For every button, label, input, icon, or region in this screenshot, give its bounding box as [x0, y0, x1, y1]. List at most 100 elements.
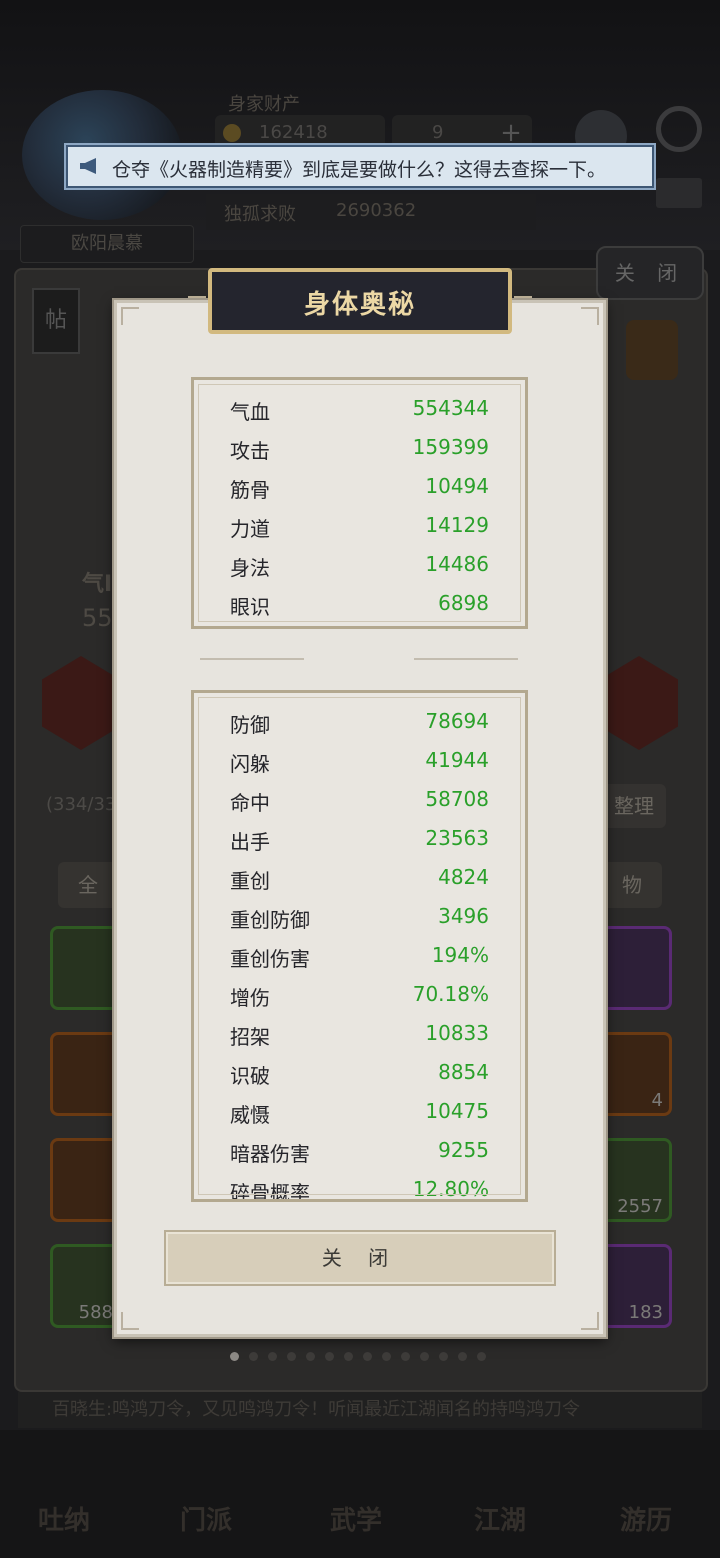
stat-value: 10475 [425, 1099, 489, 1123]
nav-travel[interactable]: 游历 [620, 1500, 672, 1537]
stat-label: 力道 [230, 517, 270, 541]
stat-row: 重创伤害 194% [230, 943, 489, 971]
stat-label: 重创 [230, 869, 270, 893]
page-dot[interactable] [306, 1352, 315, 1361]
nav-sect[interactable]: 门派 [180, 1500, 232, 1537]
corner-decoration [121, 307, 139, 325]
inventory-slot[interactable] [50, 1032, 122, 1116]
stat-row: 暗器伤害 9255 [230, 1138, 489, 1166]
stat-label: 暗器伤害 [230, 1142, 310, 1166]
page-dot[interactable] [287, 1352, 296, 1361]
filter-all-tab[interactable]: 全 [58, 862, 118, 908]
megaphone-icon [80, 158, 96, 174]
stat-label: 攻击 [230, 439, 270, 463]
rank-row: 独孤求败 2690362 [206, 194, 536, 230]
divider-right [414, 658, 518, 660]
corner-decoration [581, 307, 599, 325]
stat-label: 碎骨概率 [230, 1181, 310, 1202]
stat-value: 23563 [425, 826, 489, 850]
hp-label-partial: 气I [82, 572, 113, 597]
inventory-slot[interactable]: 183 [600, 1244, 672, 1328]
stat-label: 威慑 [230, 1103, 270, 1127]
stat-row: 攻击 159399 [230, 435, 489, 463]
page-dot[interactable] [363, 1352, 372, 1361]
wealth-label: 身家财产 [228, 94, 300, 115]
page-dot[interactable] [439, 1352, 448, 1361]
stat-label: 命中 [230, 791, 270, 815]
hp-value-partial: 55 [82, 604, 113, 632]
page-dot[interactable] [401, 1352, 410, 1361]
gem-value: 9 [432, 122, 444, 143]
page-dot[interactable] [325, 1352, 334, 1361]
close-button[interactable]: 关 闭 [164, 1230, 556, 1286]
stat-value: 58708 [425, 787, 489, 811]
inventory-slot[interactable]: 2557 [600, 1138, 672, 1222]
stat-label: 气血 [230, 400, 270, 424]
stat-row: 招架 10833 [230, 1021, 489, 1049]
stat-value: 10833 [425, 1021, 489, 1045]
page-dot[interactable] [344, 1352, 353, 1361]
rank-value: 2690362 [336, 200, 417, 221]
bottom-nav [0, 1430, 720, 1558]
ornament-icon[interactable] [626, 320, 678, 380]
stat-label: 眼识 [230, 595, 270, 619]
stat-value: 10494 [425, 474, 489, 498]
secondary-stats-box[interactable]: 防御 78694 闪躲 41944 命中 58708 出手 23563 重创 4… [191, 690, 528, 1202]
stat-value: 4824 [438, 865, 489, 889]
page-dot[interactable] [382, 1352, 391, 1361]
corner-decoration [581, 1312, 599, 1330]
stat-row: 识破 8854 [230, 1060, 489, 1088]
nav-jianghu[interactable]: 江湖 [474, 1500, 526, 1537]
gear-icon[interactable] [656, 106, 702, 152]
coin-icon [223, 124, 241, 142]
stat-value: 70.18% [412, 982, 489, 1006]
inventory-slot[interactable] [600, 926, 672, 1010]
stat-label: 防御 [230, 713, 270, 737]
slot-count: 588 [78, 1302, 113, 1323]
stat-value: 6898 [438, 591, 489, 615]
stat-value: 41944 [425, 748, 489, 772]
stat-label: 招架 [230, 1025, 270, 1049]
stat-row: 眼识 6898 [230, 591, 489, 619]
page-dot[interactable] [420, 1352, 429, 1361]
stat-row: 身法 14486 [230, 552, 489, 580]
stat-value: 78694 [425, 709, 489, 733]
divider-left [200, 658, 304, 660]
page-dot[interactable] [458, 1352, 467, 1361]
announcement-text: 仓夺《火器制造精要》到底是要做什么？这得去查探一下。 [112, 159, 607, 181]
nav-tuna[interactable]: 吐纳 [38, 1500, 90, 1537]
stat-row: 筋骨 10494 [230, 474, 489, 502]
stat-label: 筋骨 [230, 478, 270, 502]
inventory-slot[interactable]: 4 [600, 1032, 672, 1116]
modal-title-bar: 身体奥秘 [208, 268, 512, 334]
inventory-slot[interactable] [50, 1138, 122, 1222]
stat-value: 9255 [438, 1138, 489, 1162]
stat-row: 重创 4824 [230, 865, 489, 893]
mail-icon[interactable] [656, 178, 702, 208]
inventory-slot[interactable] [50, 926, 122, 1010]
post-button[interactable]: 帖 [32, 288, 80, 354]
news-ticker: 百晓生:鸣鸿刀令，又见鸣鸿刀令！听闻最近江湖闻名的持鸣鸿刀令 [18, 1392, 702, 1428]
stat-label: 出手 [230, 830, 270, 854]
slot-count: 183 [628, 1302, 663, 1323]
page-dot[interactable] [477, 1352, 486, 1361]
nav-martial-arts[interactable]: 武学 [330, 1500, 382, 1537]
modal-title: 身体奥秘 [303, 290, 416, 320]
stat-row: 重创防御 3496 [230, 904, 489, 932]
panel-close-button[interactable]: 关 闭 [596, 246, 704, 300]
page-dot[interactable] [249, 1352, 258, 1361]
filter-item-tab[interactable]: 物 [602, 862, 662, 908]
sort-button[interactable]: 整理 [602, 784, 666, 828]
stat-value: 554344 [412, 396, 489, 420]
page-dot[interactable] [268, 1352, 277, 1361]
inventory-slot[interactable]: 588 [50, 1244, 122, 1328]
stat-row: 气血 554344 [230, 396, 489, 424]
stat-row: 出手 23563 [230, 826, 489, 854]
corner-decoration [121, 1312, 139, 1330]
stat-value: 14129 [425, 513, 489, 537]
coin-value: 162418 [259, 122, 328, 143]
title-ornament-left [188, 296, 206, 306]
page-dot[interactable] [230, 1352, 239, 1361]
stat-value: 8854 [438, 1060, 489, 1084]
stat-value: 12.80% [412, 1177, 489, 1201]
